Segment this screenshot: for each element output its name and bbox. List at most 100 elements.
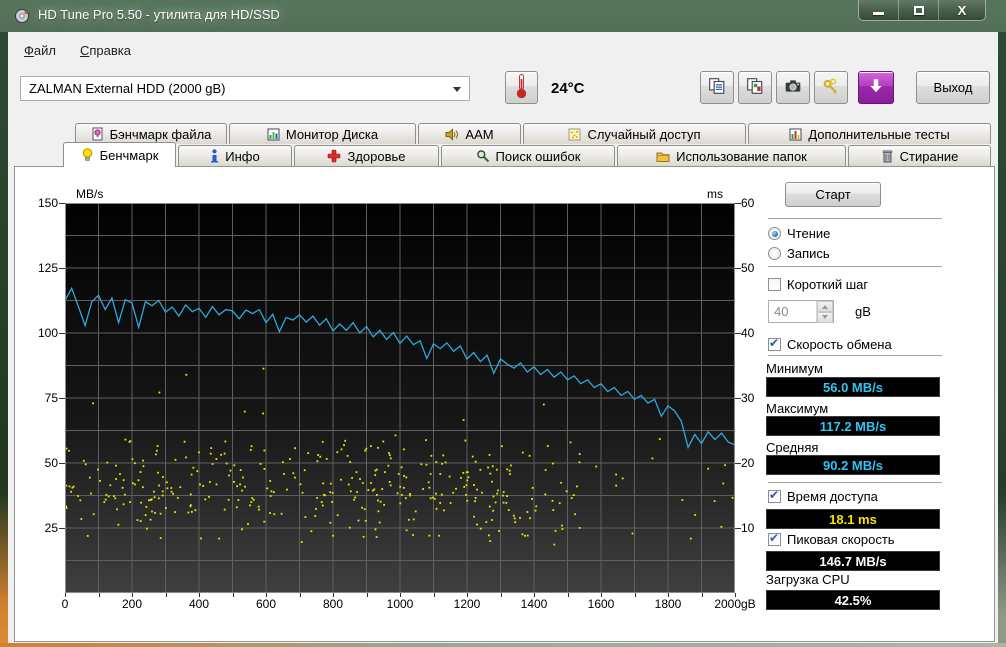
screenshot-button[interactable] [776,71,810,104]
spinner-up-icon[interactable] [817,301,833,312]
drive-select[interactable]: ZALMAN External HDD (2000 gB) [20,76,470,101]
tick-mark [467,593,468,597]
menu-item-0[interactable]: Файл [20,42,60,60]
tab-extra-tests[interactable]: Дополнительные тесты [748,123,991,144]
titlebar: HD Tune Pro 5.50 - утилита для HD/SSD X [0,0,1006,32]
drive-select-value: ZALMAN External HDD (2000 gB) [29,81,226,96]
start-button[interactable]: Старт [785,182,881,207]
right-axis-unit: ms [707,187,723,201]
short-stride-label: Короткий шаг [787,277,869,292]
tab-label: Монитор Диска [285,126,379,142]
tab-label: Стирание [899,148,959,164]
exit-button[interactable]: Выход [916,71,990,104]
tab-disk-monitor[interactable]: Монитор Диска [229,123,416,144]
window-border-bottom [0,643,1006,647]
disk-monitor-icon [267,128,280,141]
radio-read[interactable]: Чтение [768,226,830,241]
spinner-down-icon[interactable] [817,312,833,323]
separator [768,355,942,357]
tick-mark [65,593,66,597]
folder-icon [656,150,670,163]
y-axis-tick-label: 50 [44,456,58,470]
caption-buttons: X [858,0,986,21]
tab-health[interactable]: Здоровье [294,145,439,166]
y-axis-right-tick-label: 60 [741,196,755,210]
copy-image-button[interactable] [738,71,772,104]
minimize-button[interactable] [859,0,899,20]
minimum-value: 56.0 MB/s [766,377,940,397]
camera-icon [784,77,802,98]
transfer-rate-checkbox-row[interactable]: Скорость обмена [768,336,892,352]
average-value: 90.2 MB/s [766,455,940,475]
options-button[interactable] [814,71,848,104]
minimum-label: Минимум [766,361,823,376]
stride-unit-label: gB [855,304,871,319]
tab-folder-usage[interactable]: Использование папок [617,145,846,166]
access-time-checkbox[interactable] [768,488,781,503]
separator [768,218,942,220]
copy-text-button[interactable] [700,71,734,104]
tick-mark [59,398,65,399]
health-icon [327,149,341,163]
short-stride-checkbox[interactable] [768,278,781,291]
tick-mark [333,593,334,597]
benchmark-chart [65,203,735,593]
tab-label: Бенчмарк [99,147,159,163]
tick-mark [433,593,435,597]
tick-mark [59,203,65,204]
maximum-value: 117.2 MB/s [766,416,940,436]
burst-rate-checkbox[interactable] [768,531,781,546]
tick-mark [735,593,736,597]
tab-info[interactable]: Инфо [178,145,292,166]
tick-mark [366,593,368,597]
window-title: HD Tune Pro 5.50 - утилита для HD/SSD [38,7,280,22]
chevron-down-icon [453,86,461,96]
tab-file-benchmark[interactable]: Бэнчмарк файла [75,123,227,144]
radio-write-control[interactable] [768,247,781,260]
tick-mark [735,528,741,529]
radio-read-control[interactable] [768,227,781,240]
tick-mark [735,203,741,204]
menu-item-1[interactable]: Справка [76,42,135,60]
tab-aam[interactable]: AAM [418,123,521,144]
y-axis-tick-label: 150 [37,196,58,210]
separator [768,482,942,484]
tab-error-scan[interactable]: Поиск ошибок [441,145,615,166]
close-button[interactable]: X [939,0,985,20]
radio-read-label: Чтение [787,226,831,241]
y-axis-right-tick-label: 50 [741,261,755,275]
temperature-button[interactable] [505,71,538,104]
burst-rate-value: 146.7 MB/s [766,551,940,571]
file-bulb-icon [91,127,104,141]
transfer-rate-checkbox[interactable] [768,336,781,351]
tick-mark [668,593,669,597]
maximize-button[interactable] [899,0,939,20]
maximum-label: Максимум [766,401,829,416]
tick-mark [567,593,569,597]
tick-mark [266,593,267,597]
tick-mark [132,593,133,597]
short-stride-checkbox-row[interactable]: Короткий шаг [768,277,868,292]
tab-label: Случайный доступ [587,126,701,142]
y-axis-tick-label: 75 [44,391,58,405]
stride-size-input[interactable]: 40 [768,300,834,323]
tab-random-access[interactable]: Случайный доступ [523,123,746,144]
radio-write[interactable]: Запись [768,246,830,261]
burst-rate-label: Пиковая скорость [787,532,895,547]
window-border-right [998,32,1006,647]
tick-mark [634,593,636,597]
tab-erase[interactable]: Стирание [848,145,991,166]
access-time-checkbox-row[interactable]: Время доступа [768,488,878,504]
burst-rate-checkbox-row[interactable]: Пиковая скорость [768,531,895,547]
stride-size-value: 40 [774,304,789,319]
thermometer-icon [515,73,528,102]
tab-label: Дополнительные тесты [808,126,950,142]
access-time-label: Время доступа [787,489,878,504]
copy-text-icon [708,77,726,98]
save-results-button[interactable] [858,71,894,104]
erase-icon [881,149,894,163]
cpu-usage-label: Загрузка CPU [766,572,850,587]
tab-benchmark[interactable]: Бенчмарк [63,142,176,167]
tick-mark [601,593,602,597]
tick-mark [98,593,100,597]
